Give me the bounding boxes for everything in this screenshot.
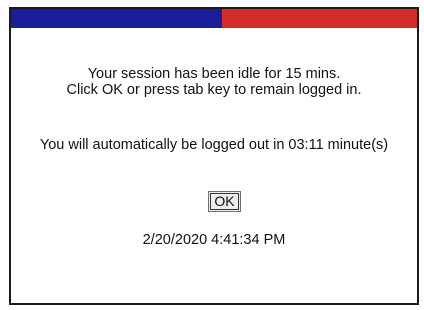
title-bar-red-segment xyxy=(222,9,417,28)
ok-button[interactable]: OK xyxy=(208,191,241,212)
idle-message-line1: Your session has been idle for 15 mins. xyxy=(87,66,341,82)
countdown-time: 03:11 xyxy=(288,137,324,153)
title-bar xyxy=(11,9,417,28)
idle-message-line2: Click OK or press tab key to remain logg… xyxy=(66,82,362,98)
countdown-prefix: You will automatically be logged out in xyxy=(39,137,289,153)
title-bar-blue-segment xyxy=(11,9,223,28)
timestamp: 2/20/2020 4:41:34 PM xyxy=(142,232,286,248)
countdown-suffix: minute(s) xyxy=(323,137,389,153)
logout-countdown-message: You will automatically be logged out in … xyxy=(11,137,417,154)
session-timeout-dialog: Your session has been idle for 15 mins. … xyxy=(9,7,419,305)
